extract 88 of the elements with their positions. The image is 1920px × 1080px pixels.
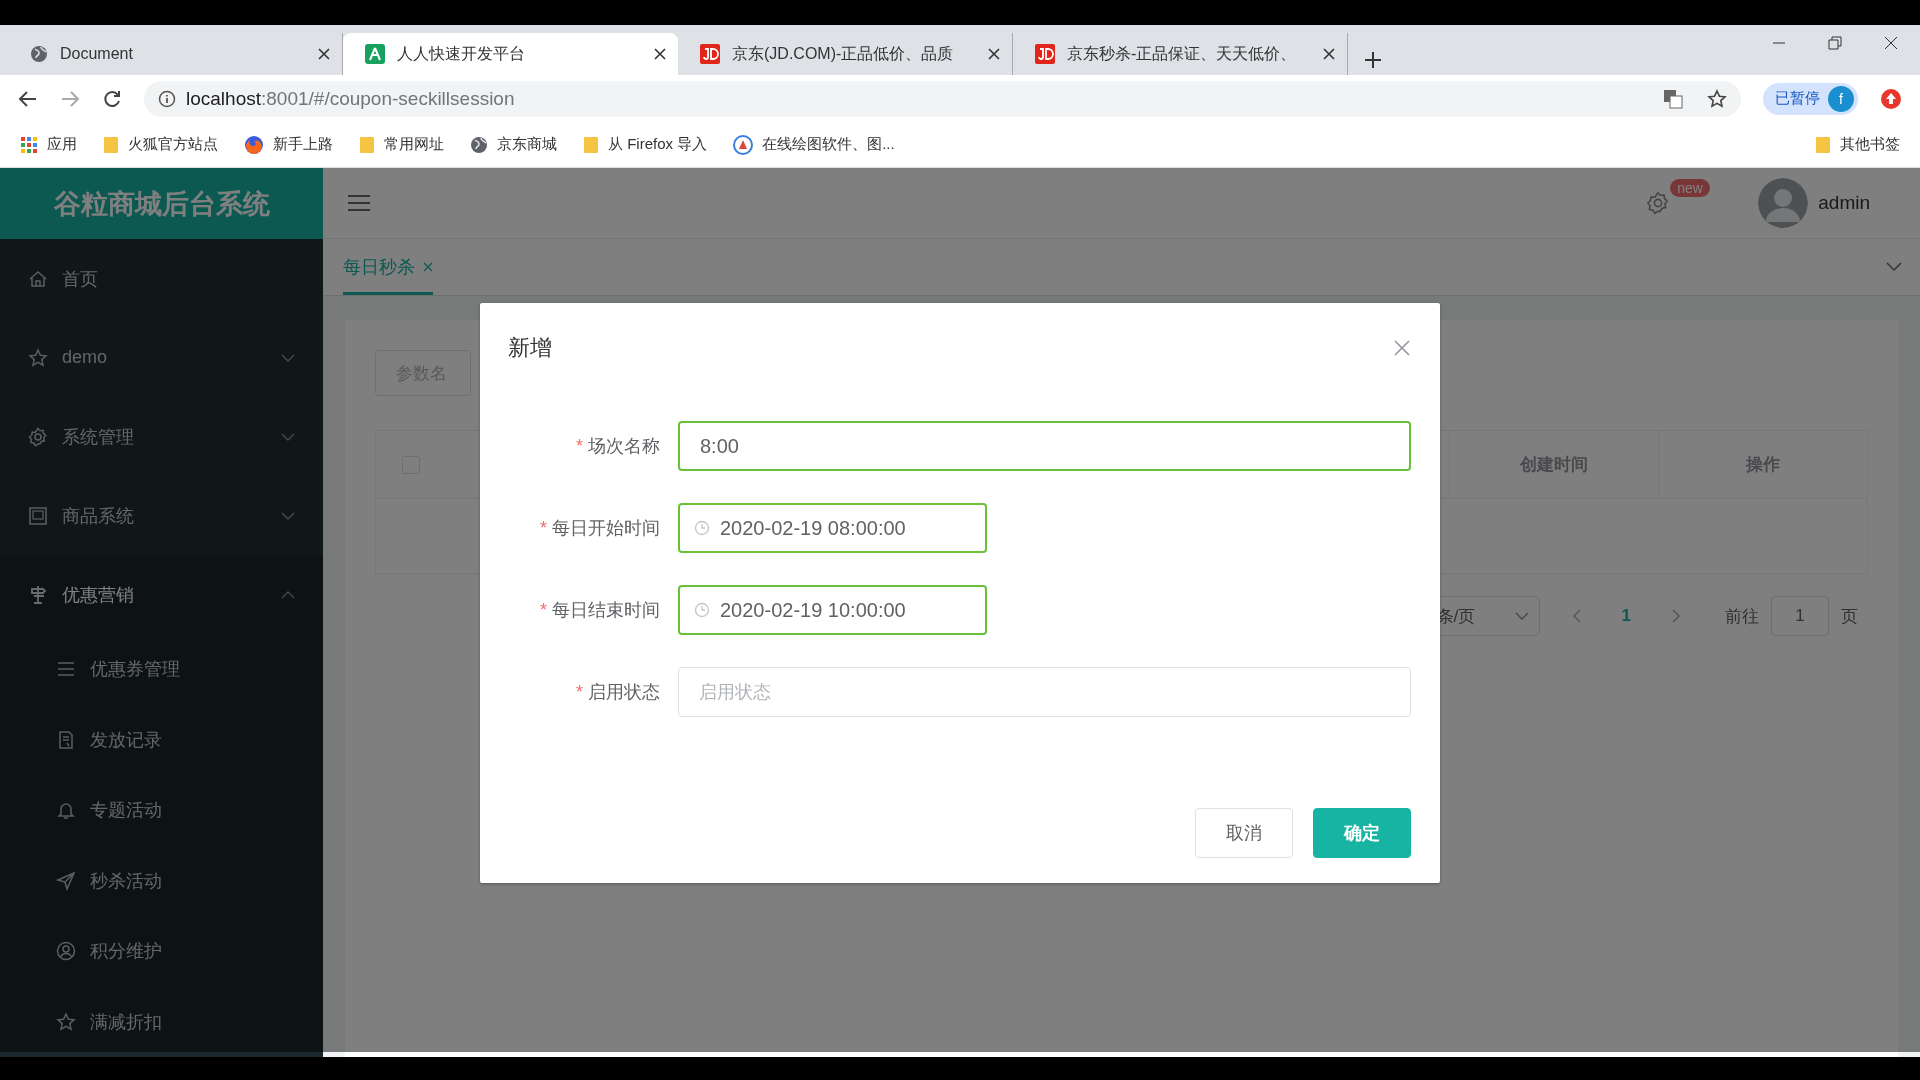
star-icon [28,347,48,368]
translate-icon[interactable] [1663,88,1683,109]
signpost-icon [28,584,48,605]
menu-icon[interactable] [347,193,371,213]
date-time-field[interactable]: 2020-02-19 10:00:00 [678,585,987,635]
sidebar-item[interactable]: 商品系统 [0,476,323,555]
gear-icon [28,426,48,447]
bookmark[interactable]: 常用网址 [359,135,444,154]
clock-icon [694,602,710,618]
dialog-title: 新增 [508,334,552,362]
jd-icon [700,44,720,64]
bookmark[interactable]: 京东商城 [470,135,557,154]
folder-icon [103,135,119,154]
required-mark: * [540,599,547,621]
user-name[interactable]: admin [1818,192,1870,214]
field-label: 每日开始时间 [552,517,660,540]
info-icon[interactable] [158,89,176,108]
folder-icon [359,135,375,154]
confirm-button[interactable]: 确定 [1313,808,1411,858]
field-label: 每日结束时间 [552,599,660,622]
bookmark[interactable]: 从 Firefox 导入 [583,135,708,154]
apps-icon [20,135,38,154]
fox-icon [244,134,264,155]
close-icon[interactable] [988,48,1000,60]
required-mark: * [576,435,583,457]
picture-frame-icon [28,505,48,526]
chevron-up-icon [281,589,295,600]
sidebar-subitem[interactable]: 发放记录 [0,704,323,775]
close-icon[interactable] [1323,48,1335,60]
bookmark[interactable]: 其他书签 [1815,135,1900,154]
folder-icon [1815,135,1831,154]
chevron-down-icon [1514,611,1529,621]
address-bar[interactable]: localhost:8001/#/coupon-seckillsession [144,80,1741,117]
bell-icon [56,800,76,821]
close-window-icon[interactable] [1884,36,1898,50]
profile-button[interactable]: 已暂停 f [1763,82,1858,115]
required-mark: * [576,681,583,703]
chevron-down-icon[interactable] [1886,262,1902,272]
star-icon [56,1011,76,1032]
sidebar-subitem[interactable]: 秒杀活动 [0,845,323,916]
jd-icon [1035,44,1055,64]
close-icon[interactable] [654,48,666,60]
drawing-app-icon [733,134,754,155]
browser-tab[interactable]: 人人快速开发平台 [343,33,678,75]
text-field[interactable]: 8:00 [678,421,1411,471]
sidebar-item[interactable]: 优惠营销 [0,555,323,634]
goto-label: 前往 [1725,605,1759,628]
page-unit: 页 [1841,605,1858,628]
folder-icon [583,135,599,154]
sidebar-item[interactable]: 首页 [0,239,323,318]
restore-icon[interactable] [1828,36,1842,50]
user-icon [56,941,76,962]
globe-icon [470,135,488,154]
chevron-down-icon [281,510,295,521]
close-icon[interactable] [318,48,330,60]
bookmark[interactable]: 火狐官方站点 [103,135,218,154]
url-text: localhost:8001/#/coupon-seckillsession [186,87,515,110]
field-label: 启用状态 [588,681,660,704]
app-brand: 谷粒商城后台系统 [0,168,323,239]
bookmark[interactable]: 新手上路 [244,134,333,155]
sidebar-subitem[interactable]: 专题活动 [0,775,323,846]
bookmark[interactable]: 应用 [20,135,77,154]
required-mark: * [540,517,547,539]
reload-icon[interactable] [102,88,122,109]
date-time-field[interactable]: 2020-02-19 08:00:00 [678,503,987,553]
sidebar-subitem[interactable]: 积分维护 [0,916,323,987]
new-badge: new [1670,179,1710,197]
globe-icon [30,45,48,63]
chevron-down-icon [281,431,295,442]
bookmark[interactable]: 在线绘图软件、图... [733,134,895,155]
back-icon[interactable] [18,88,38,109]
cancel-button[interactable]: 取消 [1195,808,1293,858]
chevron-down-icon [281,352,295,363]
sidebar-item[interactable]: 系统管理 [0,397,323,476]
settings-icon[interactable] [1646,191,1671,215]
document-icon [56,729,76,750]
sidebar-item[interactable]: demo [0,318,323,397]
paper-plane-icon [56,870,76,891]
star-icon[interactable] [1707,88,1727,109]
sidebar-subitem[interactable]: 优惠券管理 [0,634,323,705]
home-icon [28,268,48,289]
goto-page-field[interactable]: 1 [1771,596,1829,636]
field-label: 场次名称 [588,435,660,458]
extension-icon[interactable] [1880,87,1902,110]
app-icon [365,44,385,64]
sidebar-subitem[interactable]: 满减折扣 [0,986,323,1057]
new-tab-icon[interactable] [1364,51,1382,69]
clock-icon [694,520,710,536]
